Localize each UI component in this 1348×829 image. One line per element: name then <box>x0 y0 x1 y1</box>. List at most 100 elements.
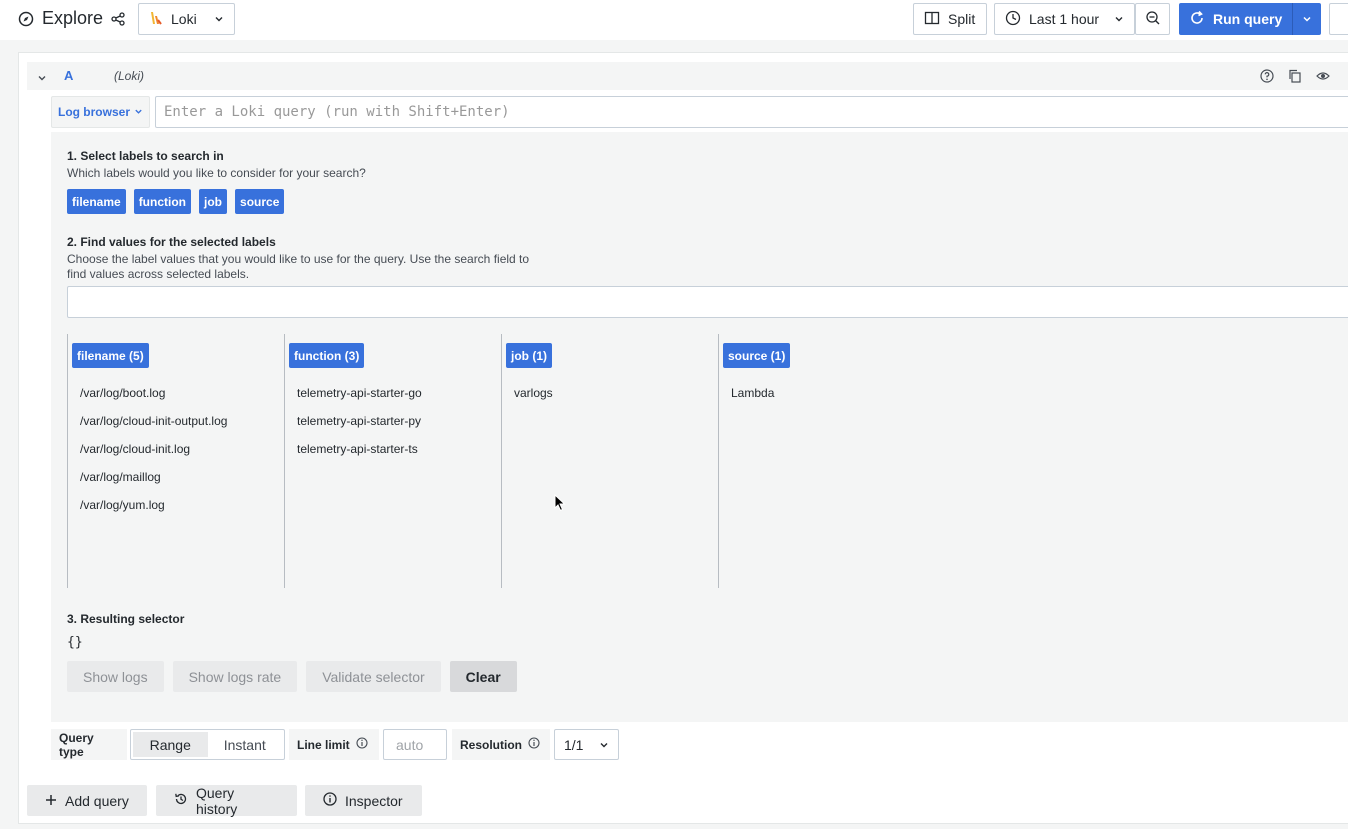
value-column-function: function (3) telemetry-api-starter-go te… <box>284 334 501 588</box>
value-column-filename: filename (5) /var/log/boot.log /var/log/… <box>67 334 284 588</box>
time-range-picker[interactable]: Last 1 hour <box>994 3 1135 35</box>
value-item[interactable]: Lambda <box>731 386 774 414</box>
line-limit-text: Line limit <box>297 737 350 752</box>
step3-title: 3. Resulting selector <box>67 612 185 626</box>
query-placeholder: Enter a Loki query (run with Shift+Enter… <box>164 104 510 120</box>
zoom-out-button[interactable] <box>1135 3 1170 35</box>
chevron-down-icon <box>1114 11 1124 27</box>
eye-icon[interactable] <box>1316 69 1330 88</box>
split-button[interactable]: Split <box>913 3 987 35</box>
label-chips: filename function job source <box>67 189 285 214</box>
label-browser: 1. Select labels to search in Which labe… <box>51 132 1348 722</box>
label-chip-source[interactable]: source <box>235 189 285 214</box>
validate-selector-button[interactable]: Validate selector <box>306 661 441 692</box>
value-item[interactable]: /var/log/boot.log <box>80 386 227 414</box>
value-list: telemetry-api-starter-go telemetry-api-s… <box>297 386 422 470</box>
value-item[interactable]: varlogs <box>514 386 553 414</box>
line-limit-placeholder: auto <box>396 736 424 753</box>
value-column-job: job (1) varlogs <box>501 334 718 588</box>
inspector-button[interactable]: Inspector <box>305 785 422 816</box>
info-icon[interactable] <box>356 737 368 752</box>
mouse-cursor-icon <box>554 493 566 517</box>
refresh-icon <box>1189 10 1205 29</box>
line-limit-input[interactable]: auto <box>383 729 447 760</box>
query-type-range[interactable]: Range <box>133 732 208 757</box>
show-logs-rate-button[interactable]: Show logs rate <box>172 661 298 692</box>
compass-icon <box>18 11 34 27</box>
share-icon[interactable] <box>111 11 125 26</box>
loki-logo-icon <box>149 10 163 29</box>
value-list: varlogs <box>514 386 553 414</box>
column-header[interactable]: source (1) <box>723 343 791 368</box>
info-icon[interactable] <box>528 737 540 752</box>
query-type-label: Query type <box>51 729 127 760</box>
top-toolbar: Explore Loki Split Last 1 hour Run query <box>0 0 1348 40</box>
page-title: Explore <box>42 8 104 28</box>
columns-icon <box>924 10 940 29</box>
datasource-picker[interactable]: Loki <box>138 3 235 35</box>
query-type-radio-group: Range Instant <box>130 729 285 760</box>
query-history-button[interactable]: Query history <box>156 785 297 817</box>
resolution-select[interactable]: 1/1 <box>554 729 619 760</box>
clear-button[interactable]: Clear <box>449 661 517 692</box>
resolution-label: Resolution <box>452 729 550 760</box>
browser-actions: Show logs Show logs rate Validate select… <box>67 661 517 692</box>
history-icon <box>174 792 188 809</box>
value-item[interactable]: telemetry-api-starter-py <box>297 414 422 442</box>
log-browser-label: Log browser <box>57 105 130 119</box>
run-query-dropdown[interactable] <box>1293 3 1321 35</box>
run-query-button[interactable]: Run query <box>1179 3 1321 35</box>
resolution-text: Resolution <box>460 737 522 752</box>
step1-description: Which labels would you like to consider … <box>67 166 366 180</box>
column-header[interactable]: filename (5) <box>72 343 149 368</box>
label-value-search-input[interactable] <box>67 286 1348 318</box>
time-range-label: Last 1 hour <box>1029 11 1100 27</box>
label-chip-job[interactable]: job <box>199 189 228 214</box>
clock-icon <box>1005 10 1021 29</box>
info-icon <box>323 792 337 809</box>
split-label: Split <box>948 11 976 27</box>
step2-title: 2. Find values for the selected labels <box>67 235 276 249</box>
chevron-down-icon <box>214 11 224 27</box>
duplicate-icon[interactable] <box>1288 69 1302 88</box>
step2-description-line1: Choose the label values that you would l… <box>67 252 530 266</box>
log-browser-button[interactable]: Log browser <box>51 96 150 128</box>
query-type-text: Query type <box>59 730 94 759</box>
add-query-label: Add query <box>65 792 129 809</box>
value-list: /var/log/boot.log /var/log/cloud-init-ou… <box>80 386 227 526</box>
run-query-label: Run query <box>1213 11 1283 27</box>
value-item[interactable]: /var/log/maillog <box>80 470 227 498</box>
query-type-instant[interactable]: Instant <box>208 732 283 757</box>
add-query-button[interactable]: Add query <box>27 785 147 816</box>
chevron-down-icon <box>1302 11 1312 27</box>
step1-title: 1. Select labels to search in <box>67 149 224 163</box>
value-item[interactable]: /var/log/cloud-init.log <box>80 442 227 470</box>
step2-description-line2: find values across selected labels. <box>67 267 250 281</box>
value-item[interactable]: /var/log/cloud-init-output.log <box>80 414 227 442</box>
help-icon[interactable] <box>1260 69 1274 88</box>
value-list: Lambda <box>731 386 774 414</box>
zoom-out-icon <box>1145 10 1161 29</box>
page-title-group: Explore <box>18 8 125 29</box>
column-header[interactable]: function (3) <box>289 343 365 368</box>
inspector-label: Inspector <box>345 792 403 809</box>
extra-toolbar-button[interactable] <box>1329 3 1348 35</box>
query-ref-id[interactable]: A <box>64 68 73 83</box>
value-item[interactable]: telemetry-api-starter-go <box>297 386 422 414</box>
chevron-down-icon <box>599 737 609 753</box>
query-row-header: A (Loki) <box>27 62 1348 90</box>
resolution-value: 1/1 <box>564 736 584 753</box>
label-chip-function[interactable]: function <box>133 189 192 214</box>
resulting-selector: {} <box>67 635 83 650</box>
show-logs-button[interactable]: Show logs <box>67 661 164 692</box>
line-limit-label: Line limit <box>289 729 379 760</box>
label-chip-filename[interactable]: filename <box>67 189 126 214</box>
collapse-chevron-icon[interactable] <box>37 70 47 88</box>
loki-query-input[interactable]: Enter a Loki query (run with Shift+Enter… <box>155 96 1348 128</box>
plus-icon <box>45 793 57 809</box>
value-item[interactable]: telemetry-api-starter-ts <box>297 442 422 470</box>
run-query-main[interactable]: Run query <box>1179 3 1294 35</box>
value-item[interactable]: /var/log/yum.log <box>80 498 227 526</box>
query-row-actions <box>1260 69 1330 88</box>
column-header[interactable]: job (1) <box>506 343 552 368</box>
